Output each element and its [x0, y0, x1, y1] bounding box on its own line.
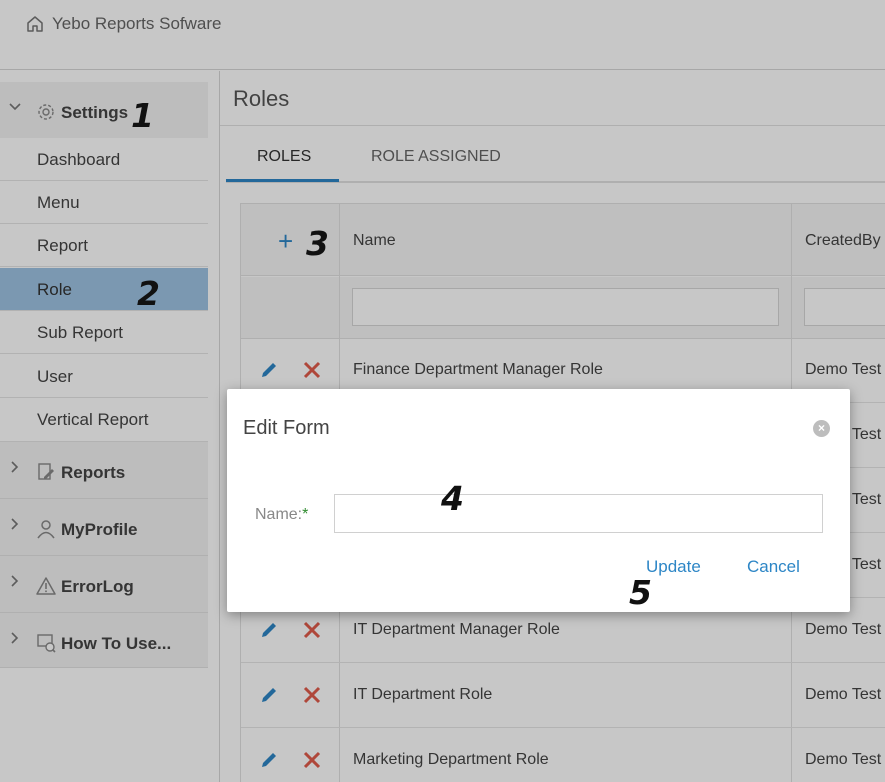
step-marker-2: 2 — [137, 274, 160, 313]
step-marker-3: 3 — [306, 224, 329, 263]
close-icon[interactable]: × — [813, 420, 830, 437]
step-marker-1: 1 — [131, 96, 154, 135]
step-marker-4: 4 — [441, 479, 464, 518]
name-field[interactable] — [334, 494, 823, 533]
name-label-text: Name: — [255, 506, 303, 523]
name-field-label: Name:* — [255, 506, 308, 524]
update-button[interactable]: Update — [646, 557, 701, 577]
edit-form-dialog: Edit Form × Name:* Update Cancel — [227, 389, 850, 612]
dialog-title: Edit Form — [243, 417, 330, 439]
step-marker-5: 5 — [629, 573, 652, 612]
cancel-button[interactable]: Cancel — [747, 557, 800, 577]
required-mark: * — [302, 506, 309, 523]
